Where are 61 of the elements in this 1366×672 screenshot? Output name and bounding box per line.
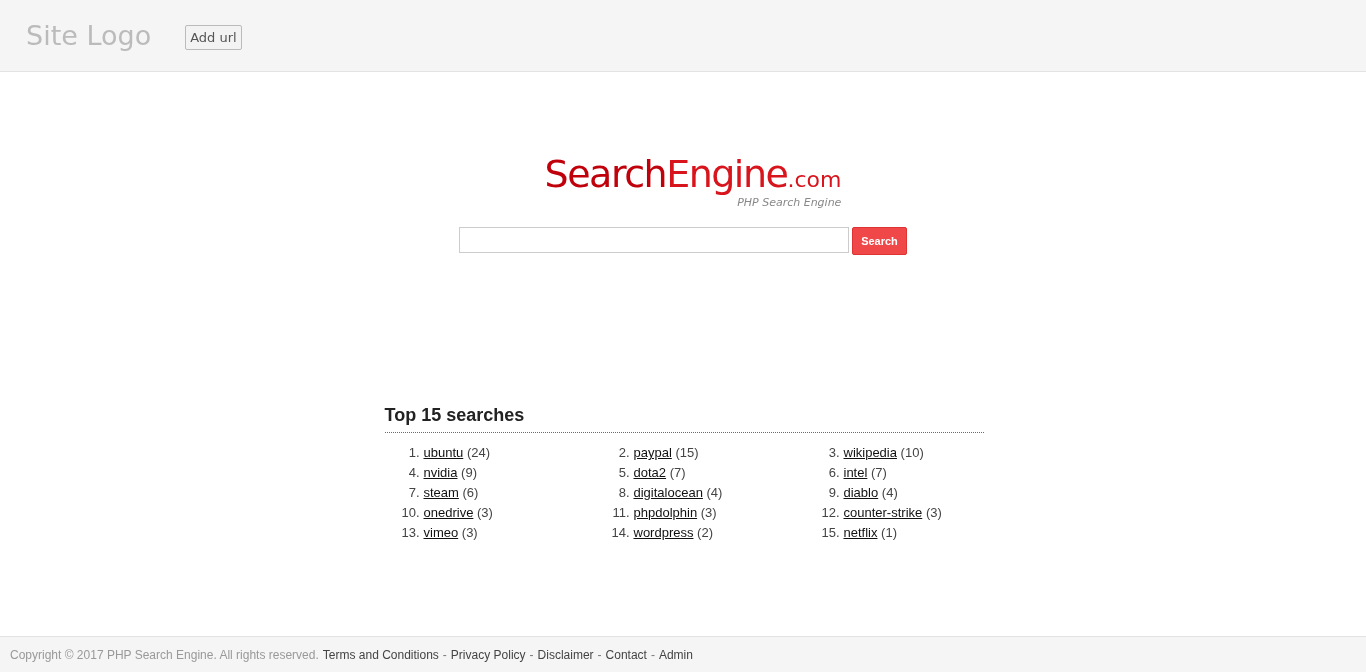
search-count: (2) [697,524,713,542]
search-term-link[interactable]: netflix [843,524,878,542]
list-number: 4. [407,464,420,482]
logo-tagline: PHP Search Engine [737,196,842,209]
search-count: (9) [461,464,477,482]
search-count: (6) [462,484,479,502]
list-number: 14. [610,524,630,542]
list-number: 5. [617,464,630,482]
add-url-button[interactable]: Add url [185,25,242,50]
search-term-link[interactable]: nvidia [423,464,458,482]
search-count: (15) [675,444,699,462]
list-number: 15. [820,524,840,542]
search-term-link[interactable]: intel [843,464,868,482]
separator: - [650,647,655,662]
search-count: (4) [706,484,723,502]
search-term-link[interactable]: steam [423,484,459,502]
list-number: 2. [617,444,630,462]
search-count: (4) [881,484,898,502]
search-term-link[interactable]: dota2 [633,464,667,482]
search-term-link[interactable]: diablo [843,484,879,502]
search-count: (3) [925,504,942,522]
search-button[interactable]: Search [852,227,907,255]
search-term-link[interactable]: digitalocean [633,484,703,502]
footer-link[interactable]: Disclaimer [537,647,594,662]
search-term-link[interactable]: wordpress [633,524,694,542]
footer-link[interactable]: Privacy Policy [450,647,526,662]
section-heading: Top 15 searches [384,405,984,433]
search-count: (7) [669,464,686,482]
search-count: (3) [477,504,493,522]
footer-link[interactable]: Terms and Conditions [322,647,439,662]
footer-link[interactable]: Admin [658,647,693,662]
list-number: 8. [617,484,630,502]
search-term-link[interactable]: ubuntu [423,444,464,462]
search-field[interactable] [459,227,849,253]
list-number: 12. [820,504,840,522]
search-count: (10) [900,444,924,462]
logo-text: SearchEngine.com [544,154,842,198]
search-count: (7) [871,464,887,482]
search-term-link[interactable]: onedrive [423,504,474,522]
search-term-link[interactable]: counter-strike [843,504,923,522]
search-count: (3) [700,504,717,522]
separator: - [442,647,447,662]
search-count: (1) [881,524,897,542]
separator: - [597,647,602,662]
list-number: 6. [827,464,840,482]
list-number: 10. [400,504,420,522]
search-term-link[interactable]: wikipedia [843,444,897,462]
list-number: 3. [827,444,840,462]
separator: - [529,647,534,662]
footer-link[interactable]: Contact [605,647,647,662]
search-term-link[interactable]: vimeo [423,524,459,542]
list-number: 11. [611,504,630,522]
list-number: 9. [827,484,840,502]
copyright-text: Copyright © 2017 PHP Search Engine. All rights reserved. [10,647,319,662]
list-number: 13. [400,524,420,542]
search-term-link[interactable]: phpdolphin [633,504,698,522]
search-count: (24) [466,444,490,462]
search-term-link[interactable]: paypal [633,444,672,462]
list-number: 7. [407,484,420,502]
search-count: (3) [461,524,478,542]
list-number: 1. [407,444,420,462]
